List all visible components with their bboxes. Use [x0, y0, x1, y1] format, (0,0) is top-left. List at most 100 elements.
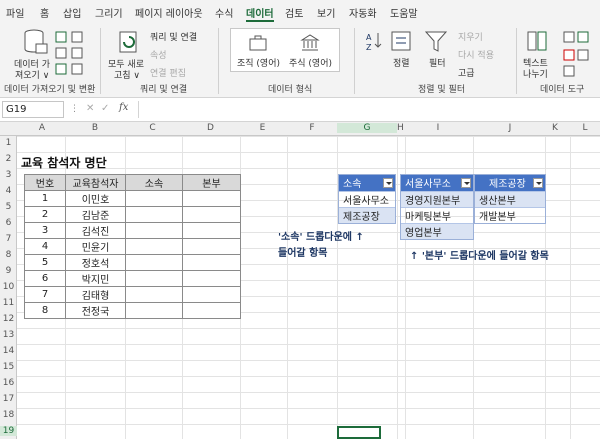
row-header[interactable]: 1: [0, 138, 17, 148]
cell-sosok[interactable]: [125, 222, 183, 239]
datatype-stocks[interactable]: 주식 (영어): [289, 56, 332, 69]
tab-insert[interactable]: 삽입: [63, 5, 81, 20]
cell-name[interactable]: 정호석: [65, 254, 126, 271]
row-header[interactable]: 4: [0, 186, 17, 196]
col-header[interactable]: K: [545, 123, 565, 133]
cell-number[interactable]: 2: [24, 206, 66, 223]
cell-name[interactable]: 박지민: [65, 270, 126, 287]
header-cell[interactable]: 본부: [182, 174, 241, 191]
row-header[interactable]: 10: [0, 282, 17, 292]
col-header[interactable]: I: [405, 123, 471, 133]
row-header[interactable]: 15: [0, 362, 17, 372]
header-cell[interactable]: 소속: [125, 174, 183, 191]
col-header[interactable]: H: [397, 123, 404, 133]
tab-view[interactable]: 보기: [317, 5, 335, 20]
cell-number[interactable]: 1: [24, 190, 66, 207]
col-header[interactable]: C: [125, 123, 180, 133]
cell-bonbu[interactable]: [182, 190, 241, 207]
get-data-dropdown[interactable]: 져오기 ∨: [15, 68, 49, 81]
cell-sosok[interactable]: [125, 302, 183, 319]
tab-data[interactable]: 데이터: [246, 5, 274, 20]
cell-name[interactable]: 전정국: [65, 302, 126, 319]
row-header[interactable]: 9: [0, 266, 17, 276]
col-header[interactable]: F: [287, 123, 337, 133]
formula-input[interactable]: [138, 101, 598, 118]
list-item[interactable]: 영업본부: [401, 223, 473, 239]
cancel-icon[interactable]: ✕: [86, 103, 94, 114]
sort-button[interactable]: 정렬: [393, 56, 410, 69]
clear-button[interactable]: 지우기: [458, 30, 483, 43]
cell-name[interactable]: 김석진: [65, 222, 126, 239]
header-cell[interactable]: 교육참석자: [65, 174, 126, 191]
cell-name[interactable]: 김태형: [65, 286, 126, 303]
cell-bonbu[interactable]: [182, 254, 241, 271]
cell-sosok[interactable]: [125, 254, 183, 271]
tab-formulas[interactable]: 수식: [215, 5, 233, 20]
row-header[interactable]: 5: [0, 202, 17, 212]
tab-page-layout[interactable]: 페이지 레이아웃: [135, 5, 203, 20]
list-item[interactable]: 제조공장: [339, 207, 395, 223]
cell-bonbu[interactable]: [182, 270, 241, 287]
tab-automate[interactable]: 자동화: [349, 5, 377, 20]
name-box[interactable]: G19: [2, 101, 64, 118]
cell-bonbu[interactable]: [182, 286, 241, 303]
row-header[interactable]: 6: [0, 218, 17, 228]
header-cell[interactable]: 번호: [24, 174, 66, 191]
cell-bonbu[interactable]: [182, 222, 241, 239]
row-header[interactable]: 18: [0, 410, 17, 420]
cell-name[interactable]: 김남준: [65, 206, 126, 223]
cell-number[interactable]: 5: [24, 254, 66, 271]
col-header[interactable]: A: [24, 123, 60, 133]
col-header[interactable]: E: [240, 123, 285, 133]
row-header[interactable]: 8: [0, 250, 17, 260]
insert-function-icon[interactable]: fx: [119, 102, 128, 113]
row-header[interactable]: 3: [0, 170, 17, 180]
row-header[interactable]: 14: [0, 346, 17, 356]
row-header[interactable]: 16: [0, 378, 17, 388]
factory-list-header[interactable]: 제조공장: [475, 175, 545, 191]
properties-button[interactable]: 속성: [150, 48, 167, 61]
datatype-organization[interactable]: 조직 (영어): [237, 56, 280, 69]
filter-dropdown-icon[interactable]: [383, 178, 393, 188]
queries-connections-button[interactable]: 쿼리 및 연결: [150, 30, 197, 43]
tab-help[interactable]: 도움말: [390, 5, 418, 20]
list-item[interactable]: 경영지원본부: [401, 191, 473, 207]
filter-dropdown-icon[interactable]: [533, 178, 543, 188]
advanced-button[interactable]: 고급: [458, 66, 475, 79]
list-item[interactable]: 마케팅본부: [401, 207, 473, 223]
row-header[interactable]: 17: [0, 394, 17, 404]
col-header[interactable]: D: [183, 123, 238, 133]
col-header[interactable]: J: [475, 123, 545, 133]
row-header[interactable]: 12: [0, 314, 17, 324]
col-header-selected[interactable]: G: [337, 123, 397, 133]
list-item[interactable]: 서울사무소: [339, 191, 395, 207]
cell-bonbu[interactable]: [182, 302, 241, 319]
col-header[interactable]: L: [575, 123, 595, 133]
cell-sosok[interactable]: [125, 190, 183, 207]
tab-draw[interactable]: 그리기: [95, 5, 123, 20]
cell-sosok[interactable]: [125, 238, 183, 255]
filter-dropdown-icon[interactable]: [461, 178, 471, 188]
cell-number[interactable]: 6: [24, 270, 66, 287]
col-header[interactable]: B: [65, 123, 125, 133]
refresh-dropdown[interactable]: 고침 ∨: [114, 68, 140, 81]
tab-review[interactable]: 검토: [285, 5, 303, 20]
row-header[interactable]: 13: [0, 330, 17, 340]
enter-icon[interactable]: ✓: [101, 103, 109, 114]
cell-number[interactable]: 3: [24, 222, 66, 239]
cell-bonbu[interactable]: [182, 206, 241, 223]
cell-number[interactable]: 7: [24, 286, 66, 303]
row-header[interactable]: 7: [0, 234, 17, 244]
row-header[interactable]: 2: [0, 154, 17, 164]
seoul-list-header[interactable]: 서울사무소: [401, 175, 473, 191]
text-to-columns-button-2[interactable]: 나누기: [523, 67, 548, 80]
tab-file[interactable]: 파일: [6, 5, 24, 20]
cell-sosok[interactable]: [125, 270, 183, 287]
list-item[interactable]: 생산본부: [475, 191, 545, 207]
edit-links-button[interactable]: 연결 편집: [150, 66, 186, 79]
cell-sosok[interactable]: [125, 206, 183, 223]
reapply-button[interactable]: 다시 적용: [458, 48, 494, 61]
cell-name[interactable]: 이민호: [65, 190, 126, 207]
cell-number[interactable]: 8: [24, 302, 66, 319]
row-header[interactable]: 11: [0, 298, 17, 308]
